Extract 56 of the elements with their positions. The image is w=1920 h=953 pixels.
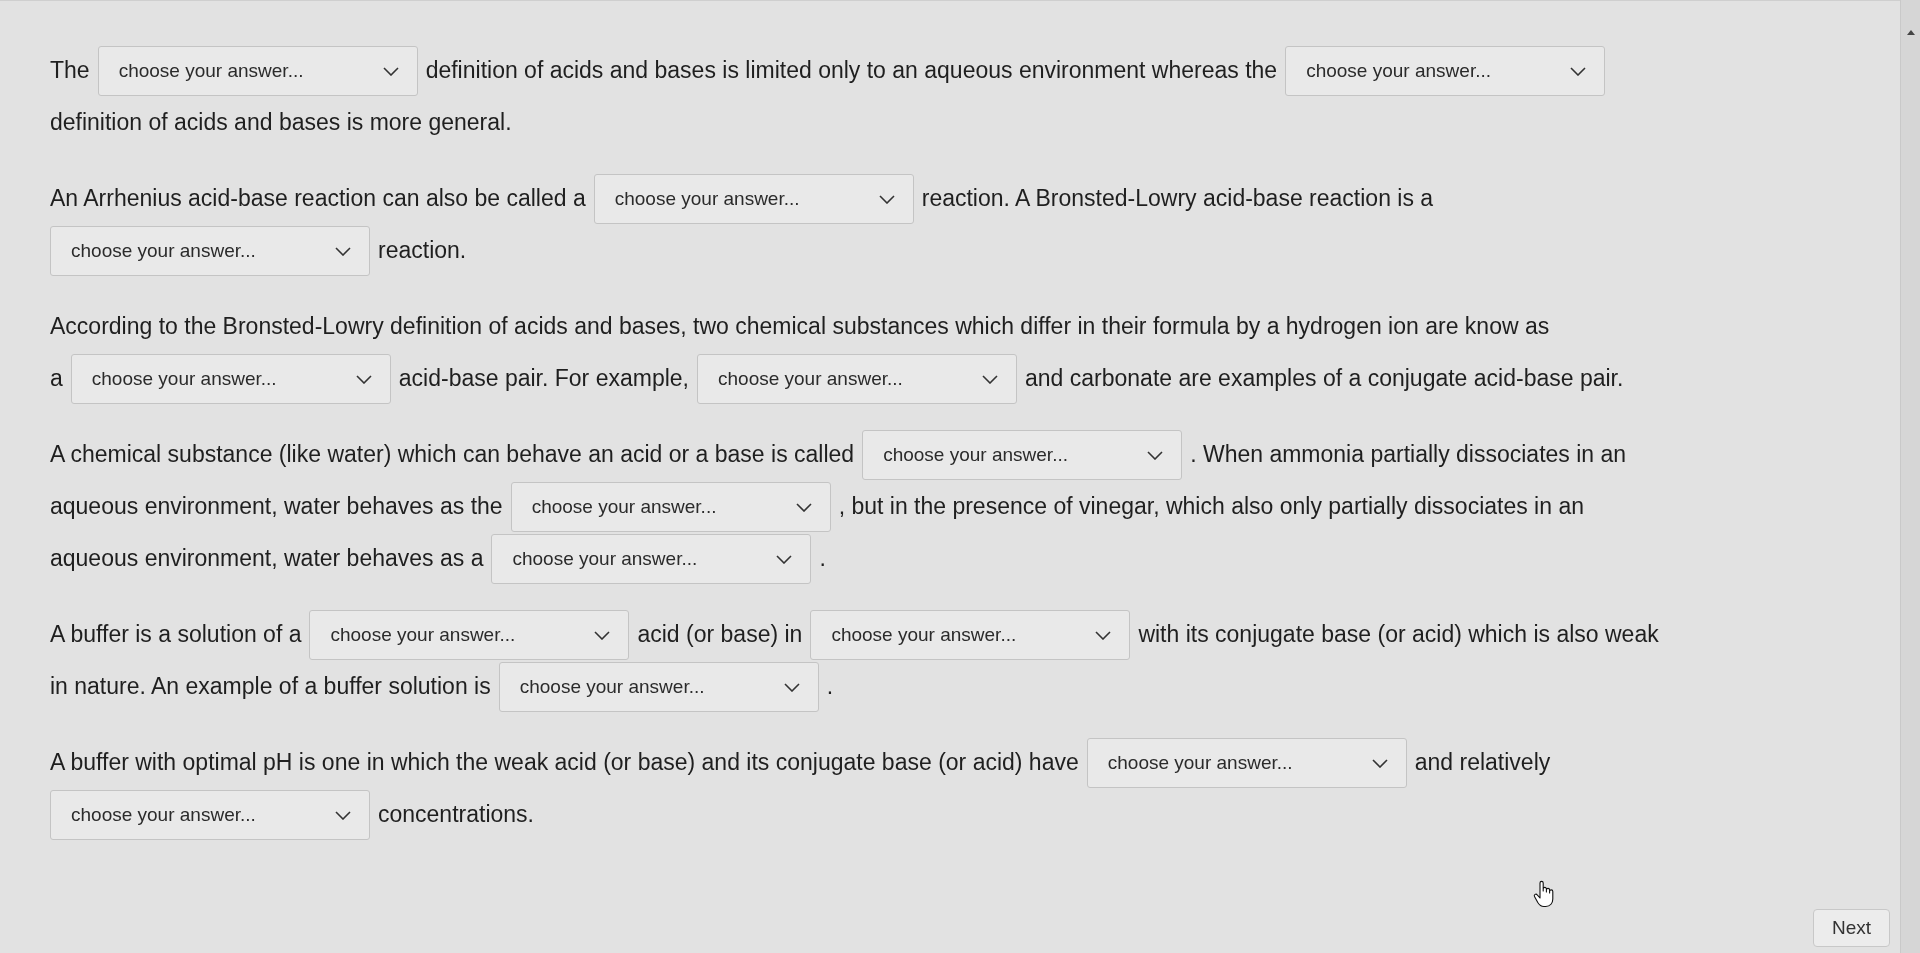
- answer-dropdown[interactable]: choose your answer...: [593, 174, 914, 224]
- chevron-down-icon: [783, 682, 800, 692]
- question-text: .: [826, 673, 834, 701]
- chevron-down-icon: [1371, 758, 1388, 768]
- answer-dropdown[interactable]: choose your answer...: [309, 610, 630, 660]
- chevron-down-icon: [795, 502, 812, 512]
- question-text: . When ammonia partially dissociates in an: [1190, 441, 1627, 469]
- question-text: definition of acids and bases is limited only to an aqueous environment whereas the: [425, 57, 1278, 85]
- answer-dropdown[interactable]: choose your answer...: [498, 662, 819, 712]
- chevron-down-icon: [594, 630, 611, 640]
- question-text: .: [819, 545, 826, 573]
- question-text: in nature. An example of a buffer solution is: [50, 673, 491, 701]
- chevron-down-icon: [776, 554, 793, 564]
- scroll-up-arrow-icon[interactable]: [1906, 30, 1915, 35]
- chevron-down-icon: [1095, 630, 1112, 640]
- question-text: , but in the presence of vinegar, which also only partially dissociates in an: [838, 493, 1584, 521]
- chevron-down-icon: [1570, 66, 1587, 76]
- chevron-down-icon: [1147, 450, 1164, 460]
- answer-dropdown[interactable]: choose your answer...: [697, 354, 1017, 404]
- question-text: concentrations.: [378, 801, 534, 829]
- question-text: aqueous environment, water behaves as a: [50, 545, 484, 573]
- answer-dropdown[interactable]: choose your answer...: [70, 354, 391, 404]
- answer-dropdown[interactable]: choose your answer...: [810, 610, 1131, 660]
- question-text: and carbonate are examples of a conjugate acid-base pair.: [1025, 365, 1624, 393]
- answer-dropdown[interactable]: choose your answer...: [50, 226, 370, 276]
- scrollbar[interactable]: [1900, 0, 1920, 953]
- answer-dropdown[interactable]: choose your answer...: [50, 790, 370, 840]
- chevron-down-icon: [382, 66, 399, 76]
- chevron-down-icon: [335, 246, 351, 256]
- question-text: and relatively: [1414, 749, 1551, 777]
- question-text: with its conjugate base (or acid) which is also weak: [1138, 621, 1659, 649]
- answer-dropdown[interactable]: choose your answer...: [1285, 46, 1606, 96]
- question-text: reaction. A Bronsted-Lowry acid-base reaction is a: [921, 185, 1434, 213]
- hand-cursor-icon: [1533, 880, 1555, 908]
- answer-dropdown[interactable]: choose your answer...: [491, 534, 812, 584]
- question-text: acid (or base) in: [637, 621, 803, 649]
- chevron-down-icon: [355, 374, 372, 384]
- question-text: a: [50, 365, 63, 393]
- question-text: A buffer with optimal pH is one in which the weak acid (or base) and its conjugate base (or acid) have: [50, 749, 1079, 777]
- question-text: definition of acids and bases is more general.: [50, 109, 512, 137]
- question-text: acid-base pair. For example,: [398, 365, 689, 393]
- question-text: A buffer is a solution of a: [50, 621, 302, 649]
- question-text: An Arrhenius acid-base reaction can also be called a: [50, 185, 586, 213]
- question-text: A chemical substance (like water) which can behave an acid or a base is called: [50, 441, 855, 469]
- chevron-down-icon: [982, 374, 998, 384]
- next-button[interactable]: Next: [1812, 909, 1890, 947]
- question-text: reaction.: [378, 237, 467, 265]
- answer-dropdown[interactable]: choose your answer...: [862, 430, 1183, 480]
- question-text: According to the Bronsted-Lowry definition of acids and bases, two chemical substances which differ in their formula by a hydrogen ion are know as: [50, 313, 1550, 341]
- answer-dropdown[interactable]: choose your answer...: [97, 46, 418, 96]
- chevron-down-icon: [878, 194, 895, 204]
- answer-dropdown[interactable]: choose your answer...: [510, 482, 831, 532]
- answer-dropdown[interactable]: choose your answer...: [1086, 738, 1407, 788]
- question-text: The: [50, 57, 90, 85]
- question-text: aqueous environment, water behaves as the: [50, 493, 503, 521]
- chevron-down-icon: [335, 810, 351, 820]
